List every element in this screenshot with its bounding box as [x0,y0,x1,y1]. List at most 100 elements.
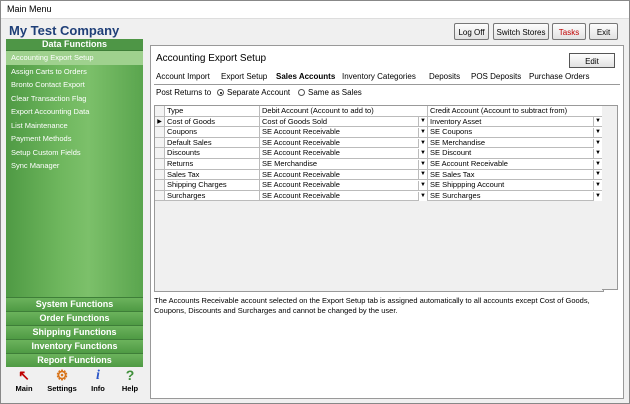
debit-dropdown-icon[interactable]: ▼ [418,159,427,169]
grid-cell-credit[interactable]: SE Sales Tax [428,169,603,181]
credit-dropdown-icon[interactable]: ▼ [593,149,602,159]
window-title: Main Menu [7,4,52,14]
credit-dropdown-icon[interactable]: ▼ [593,191,602,201]
grid-cell-type: Shipping Charges [165,180,260,191]
info-label: Info [91,384,105,393]
grid-scrollbar[interactable] [602,105,618,290]
help-icon: ? [125,367,135,383]
info-shortcut[interactable]: i Info [82,367,114,393]
credit-dropdown-icon[interactable]: ▼ [593,128,602,137]
debit-dropdown-icon[interactable]: ▼ [418,181,427,190]
sidebar: Data Functions Accounting Export Setup A… [6,39,143,367]
cursor-icon: ↖ [18,367,30,383]
info-note: The Accounts Receivable account selected… [154,296,590,315]
sidebar-item-list-maintenance[interactable]: List Maintenance [6,119,143,133]
grid-row-selector[interactable] [155,180,165,191]
sidebar-item-payment-methods[interactable]: Payment Methods [6,132,143,146]
exit-button[interactable]: Exit [589,23,618,40]
debit-dropdown-icon[interactable]: ▼ [418,117,427,127]
grid-cell-debit[interactable]: SE Account Receivable [260,190,428,202]
main-label: Main [15,384,33,393]
grid-row-selector[interactable]: ▶ [155,116,165,128]
grid-header-credit: Credit Account (Account to subtract from… [428,106,603,117]
radio-same-as-sales[interactable]: Same as Sales [298,88,362,97]
company-name: My Test Company [9,23,120,38]
grid-row-selector[interactable] [155,190,165,202]
main-menu-window: Main Menu My Test Company Log Off Switch… [0,0,630,404]
grid-cell-debit[interactable]: SE Account Receivable [260,127,428,138]
section-shipping-functions[interactable]: Shipping Functions [6,325,143,339]
info-icon: i [96,368,100,383]
tab-inventory-categories[interactable]: Inventory Categories [342,72,416,81]
edit-button[interactable]: Edit [569,53,615,68]
grid-row-selector[interactable] [155,159,165,170]
grid-cell-credit[interactable]: SE Shippping Account [428,180,603,191]
grid-cell-type: Surcharges [165,190,260,202]
debit-dropdown-icon[interactable]: ▼ [418,149,427,159]
grid-cell-debit[interactable]: SE Account Receivable [260,180,428,191]
sidebar-item-custom-fields[interactable]: Setup Custom Fields [6,146,143,160]
sidebar-header[interactable]: Data Functions [6,39,143,51]
main-shortcut[interactable]: ↖ Main [8,367,40,393]
grid-row-selector[interactable] [155,169,165,181]
help-shortcut[interactable]: ? Help [114,367,146,393]
tasks-button[interactable]: Tasks [552,23,586,40]
sidebar-item-sync-manager[interactable]: Sync Manager [6,159,143,173]
tab-export-setup[interactable]: Export Setup [221,72,267,81]
grid-cell-type: Sales Tax [165,169,260,181]
debit-dropdown-icon[interactable]: ▼ [418,128,427,137]
grid-row-selector[interactable] [155,137,165,149]
sidebar-item-export-accounting[interactable]: Export Accounting Data [6,105,143,119]
section-system-functions[interactable]: System Functions [6,297,143,311]
sales-accounts-grid: Type Debit Account (Account to add to) Cre… [154,105,604,292]
credit-dropdown-icon[interactable]: ▼ [593,117,602,127]
section-report-functions[interactable]: Report Functions [6,353,143,367]
sidebar-item-assign-carts[interactable]: Assign Carts to Orders [6,65,143,79]
grid-row-selector[interactable] [155,127,165,138]
radio-separate-label: Separate Account [227,88,291,97]
grid-cell-debit[interactable]: Cost of Goods Sold [260,116,428,128]
grid-cell-credit[interactable]: SE Discount [428,148,603,159]
tab-purchase-orders[interactable]: Purchase Orders [529,72,589,81]
tab-pos-deposits[interactable]: POS Deposits [471,72,521,81]
grid-cell-credit[interactable]: SE Account Receivable [428,159,603,170]
grid-header-corner [155,106,165,117]
grid-cell-type: Returns [165,159,260,170]
log-off-button[interactable]: Log Off [454,23,489,40]
radio-dot [298,89,305,96]
radio-separate-account[interactable]: Separate Account [217,88,290,97]
sidebar-item-bronto-export[interactable]: Bronto Contact Export [6,78,143,92]
settings-label: Settings [47,384,77,393]
post-returns-label: Post Returns to [156,88,212,97]
grid-cell-debit[interactable]: SE Account Receivable [260,148,428,159]
grid-cell-debit[interactable]: SE Account Receivable [260,137,428,149]
grid-cell-credit[interactable]: Inventory Asset [428,116,603,128]
sidebar-item-accounting-export-setup[interactable]: Accounting Export Setup [6,51,143,65]
grid-cell-credit[interactable]: SE Merchandise [428,137,603,149]
credit-dropdown-icon[interactable]: ▼ [593,170,602,180]
section-order-functions[interactable]: Order Functions [6,311,143,325]
tab-account-import[interactable]: Account Import [156,72,210,81]
grid-cell-credit[interactable]: SE Surcharges [428,190,603,202]
grid-row-selector[interactable] [155,148,165,159]
gear-icon: ⚙ [55,367,69,383]
panel-title: Accounting Export Setup [156,53,267,64]
credit-dropdown-icon[interactable]: ▼ [593,181,602,190]
sidebar-sections: System Functions Order Functions Shippin… [6,297,143,367]
tab-deposits[interactable]: Deposits [429,72,460,81]
grid-cell-debit[interactable]: SE Account Receivable [260,169,428,181]
section-inventory-functions[interactable]: Inventory Functions [6,339,143,353]
radio-dot-selected [217,89,224,96]
debit-dropdown-icon[interactable]: ▼ [418,191,427,201]
switch-stores-button[interactable]: Switch Stores [493,23,549,40]
credit-dropdown-icon[interactable]: ▼ [593,138,602,148]
settings-shortcut[interactable]: ⚙ Settings [42,367,82,393]
debit-dropdown-icon[interactable]: ▼ [418,170,427,180]
sidebar-item-clear-flag[interactable]: Clear Transaction Flag [6,92,143,106]
grid-header-type: Type [165,106,260,117]
credit-dropdown-icon[interactable]: ▼ [593,159,602,169]
debit-dropdown-icon[interactable]: ▼ [418,138,427,148]
grid-cell-debit[interactable]: SE Merchandise [260,159,428,170]
grid-cell-credit[interactable]: SE Coupons [428,127,603,138]
tab-sales-accounts[interactable]: Sales Accounts [276,72,335,81]
